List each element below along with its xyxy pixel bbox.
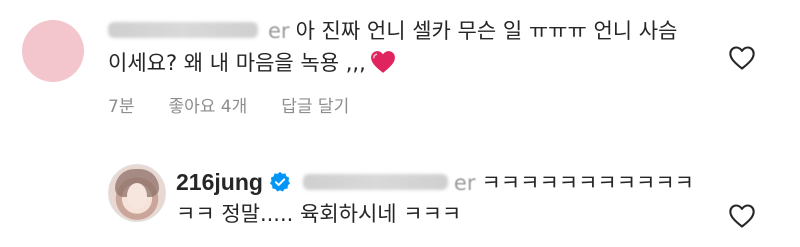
avatar-face-shape bbox=[127, 183, 147, 209]
like-heart-icon[interactable] bbox=[728, 45, 756, 71]
redacted-mention[interactable] bbox=[302, 174, 448, 190]
reply-text: ㅋㅋㅋㅋㅋㅋㅋㅋㅋㅋㅋ bbox=[481, 171, 695, 195]
reply-button[interactable]: 답글 달기 bbox=[281, 97, 349, 117]
verified-badge-icon bbox=[269, 171, 290, 192]
reply-item: 216jung er ㅋㅋㅋㅋㅋㅋㅋㅋㅋㅋㅋ ㅋㅋ 정말..... 육회하시네 ㅋ… bbox=[0, 150, 800, 247]
username-visible-tail[interactable]: er bbox=[268, 19, 290, 43]
comment-likes-count[interactable]: 좋아요 4개 bbox=[168, 97, 247, 117]
reply-text-continued: ㅋㅋ 정말..... 육회하시네 ㅋㅋㅋ bbox=[176, 202, 462, 226]
comment-time: 7분 bbox=[108, 97, 135, 117]
mention-visible-tail[interactable]: er bbox=[454, 171, 476, 195]
redacted-username[interactable] bbox=[108, 22, 258, 38]
comment-text: 아 진짜 언니 셀카 무슨 일 ㅠㅠㅠ 언니 사슴 bbox=[295, 19, 678, 43]
commenter-avatar[interactable] bbox=[22, 20, 84, 82]
comment-meta: 7분 좋아요 4개 답글 달기 bbox=[108, 92, 383, 117]
reply-text-line-2: ㅋㅋ 정말..... 육회하시네 ㅋㅋㅋ bbox=[176, 198, 461, 230]
heart-icon bbox=[370, 51, 395, 73]
replier-avatar[interactable] bbox=[108, 164, 166, 222]
like-heart-icon[interactable] bbox=[728, 203, 756, 229]
comment-item: er 아 진짜 언니 셀카 무슨 일 ㅠㅠㅠ 언니 사슴 이세요? 왜 내 마음을… bbox=[0, 0, 800, 125]
reply-username[interactable]: 216jung bbox=[176, 169, 263, 195]
comment-text-line-1: er 아 진짜 언니 셀카 무슨 일 ㅠㅠㅠ 언니 사슴 bbox=[108, 15, 677, 47]
reply-text-line-1: 216jung er ㅋㅋㅋㅋㅋㅋㅋㅋㅋㅋㅋ bbox=[176, 166, 694, 199]
comment-text-continued: 이세요? 왜 내 마음을 녹용 ,,, bbox=[108, 51, 366, 75]
comment-text-line-2: 이세요? 왜 내 마음을 녹용 ,,, bbox=[108, 47, 396, 79]
